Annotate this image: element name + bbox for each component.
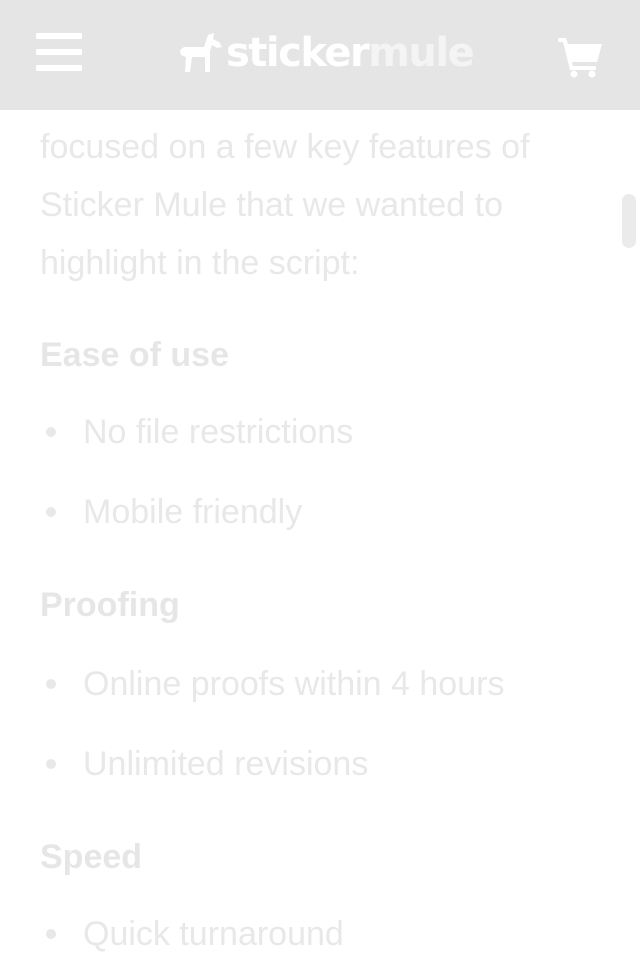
list-item: Online proofs within 4 hours bbox=[0, 662, 600, 706]
stickermule-logo[interactable]: stickermule bbox=[178, 28, 475, 78]
mule-logo-icon bbox=[180, 33, 222, 72]
list-item: Unlimited revisions bbox=[0, 742, 600, 786]
list-item: Quick turnaround bbox=[0, 912, 600, 956]
bullet-icon bbox=[46, 759, 56, 769]
list-item: Mobile friendly bbox=[0, 490, 600, 534]
bullet-icon bbox=[46, 929, 56, 939]
section-heading-ease-of-use: Ease of use bbox=[40, 336, 229, 374]
section-heading-speed: Speed bbox=[40, 838, 143, 876]
top-nav-bar: stickermule bbox=[0, 0, 640, 110]
bullet-icon bbox=[46, 427, 56, 437]
menu-bar-line bbox=[36, 49, 82, 55]
logo-text-sticker: sticker bbox=[226, 30, 370, 76]
intro-paragraph: focused on a few key features of Sticker… bbox=[40, 128, 530, 282]
article-content: focused on a few key features of Sticker… bbox=[0, 110, 640, 959]
menu-bar-line bbox=[36, 65, 82, 71]
logo-wordmark: stickermule bbox=[226, 28, 475, 78]
list-item-text: Unlimited revisions bbox=[83, 745, 369, 783]
list-item: No file restrictions bbox=[0, 410, 600, 454]
bullet-icon bbox=[46, 679, 56, 689]
shopping-cart-icon[interactable] bbox=[556, 34, 604, 78]
list-item-text: Quick turnaround bbox=[83, 915, 344, 953]
list-item-text: No file restrictions bbox=[83, 413, 354, 451]
scrollbar-thumb[interactable] bbox=[622, 194, 636, 248]
section-heading-proofing: Proofing bbox=[40, 586, 180, 624]
menu-bar-line bbox=[36, 33, 82, 39]
bullet-icon bbox=[46, 507, 56, 517]
list-item-text: Mobile friendly bbox=[83, 493, 303, 531]
list-item-text: Online proofs within 4 hours bbox=[83, 665, 505, 703]
logo-text-mule: mule bbox=[368, 30, 475, 76]
hamburger-menu-icon[interactable] bbox=[36, 30, 82, 74]
